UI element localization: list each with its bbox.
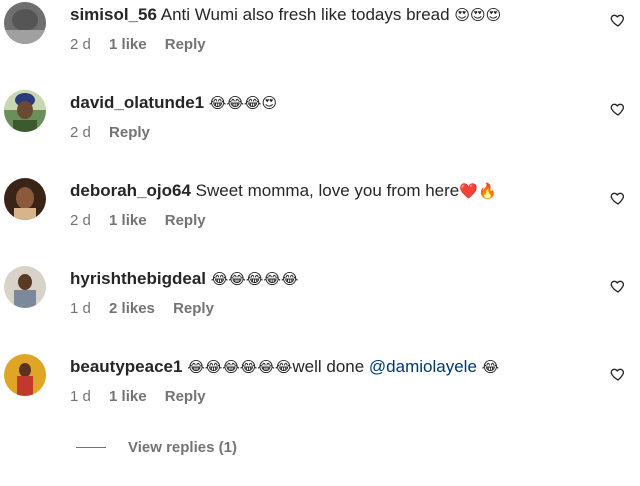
comment-emojis: ❤️🔥 bbox=[459, 182, 497, 200]
heart-outline-icon[interactable] bbox=[610, 12, 626, 28]
comment-emojis: 😍😍😍 bbox=[454, 6, 502, 24]
comment-time: 2 d bbox=[70, 124, 91, 141]
mention-link[interactable]: @damiolayele bbox=[369, 357, 477, 376]
reply-button[interactable]: Reply bbox=[109, 124, 150, 141]
likes-count[interactable]: 1 like bbox=[109, 36, 147, 53]
comment-text: deborah_ojo64 Sweet momma, love you from… bbox=[70, 180, 600, 202]
reply-button[interactable]: Reply bbox=[165, 388, 206, 405]
comment-text: beautypeace1 😂😂😂😂😂😂well done @damiolayel… bbox=[70, 356, 600, 378]
heart-outline-icon[interactable] bbox=[610, 190, 626, 206]
comment-emojis: 😂😂😂😍 bbox=[208, 94, 278, 112]
comment-meta: 2 d Reply bbox=[70, 123, 600, 143]
avatar[interactable] bbox=[4, 354, 46, 396]
comment-text: hyrishthebigdeal 😂😂😂😂😂 bbox=[70, 268, 600, 290]
avatar[interactable] bbox=[4, 90, 46, 132]
heart-outline-icon[interactable] bbox=[610, 366, 626, 382]
comment-emojis: 😂😂😂😂😂 bbox=[210, 270, 299, 288]
comment-meta: 2 d 1 like Reply bbox=[70, 35, 600, 55]
comment-time: 1 d bbox=[70, 388, 91, 405]
username-link[interactable]: simisol_56 bbox=[70, 5, 157, 24]
comment-message: well done bbox=[292, 357, 365, 376]
comment-item: deborah_ojo64 Sweet momma, love you from… bbox=[0, 176, 640, 264]
view-replies-button[interactable]: View replies (1) bbox=[76, 437, 237, 457]
comment-meta: 2 d 1 like Reply bbox=[70, 211, 600, 231]
comment-body: david_olatunde1 😂😂😂😍 2 d Reply bbox=[70, 92, 600, 143]
avatar[interactable] bbox=[4, 266, 46, 308]
avatar[interactable] bbox=[4, 2, 46, 44]
heart-outline-icon[interactable] bbox=[610, 278, 626, 294]
comment-text: simisol_56 Anti Wumi also fresh like tod… bbox=[70, 4, 600, 26]
comment-body: beautypeace1 😂😂😂😂😂😂well done @damiolayel… bbox=[70, 356, 600, 407]
username-link[interactable]: deborah_ojo64 bbox=[70, 181, 191, 200]
comment-emojis-leading: 😂😂😂😂😂😂 bbox=[187, 358, 293, 376]
comment-body: hyrishthebigdeal 😂😂😂😂😂 1 d 2 likes Reply bbox=[70, 268, 600, 319]
username-link[interactable]: hyrishthebigdeal bbox=[70, 269, 206, 288]
divider-line bbox=[76, 446, 106, 448]
likes-count[interactable]: 1 like bbox=[109, 388, 147, 405]
reply-button[interactable]: Reply bbox=[173, 300, 214, 317]
comment-item: hyrishthebigdeal 😂😂😂😂😂 1 d 2 likes Reply bbox=[0, 264, 640, 352]
comment-text: david_olatunde1 😂😂😂😍 bbox=[70, 92, 600, 114]
reply-button[interactable]: Reply bbox=[165, 36, 206, 53]
view-replies-label[interactable]: View replies (1) bbox=[128, 439, 237, 456]
comment-item: beautypeace1 😂😂😂😂😂😂well done @damiolayel… bbox=[0, 352, 640, 440]
comment-time: 2 d bbox=[70, 212, 91, 229]
reply-button[interactable]: Reply bbox=[165, 212, 206, 229]
comment-time: 1 d bbox=[70, 300, 91, 317]
comment-time: 2 d bbox=[70, 36, 91, 53]
comment-meta: 1 d 1 like Reply bbox=[70, 387, 600, 407]
comment-body: deborah_ojo64 Sweet momma, love you from… bbox=[70, 180, 600, 231]
comment-item: david_olatunde1 😂😂😂😍 2 d Reply bbox=[0, 88, 640, 176]
heart-outline-icon[interactable] bbox=[610, 101, 626, 117]
comment-body: simisol_56 Anti Wumi also fresh like tod… bbox=[70, 4, 600, 55]
comment-message: Anti Wumi also fresh like todays bread bbox=[160, 5, 450, 24]
username-link[interactable]: beautypeace1 bbox=[70, 357, 182, 376]
likes-count[interactable]: 2 likes bbox=[109, 300, 155, 317]
likes-count[interactable]: 1 like bbox=[109, 212, 147, 229]
comment-emojis: 😂 bbox=[481, 358, 500, 376]
comment-item: simisol_56 Anti Wumi also fresh like tod… bbox=[0, 0, 640, 88]
avatar[interactable] bbox=[4, 178, 46, 220]
comment-meta: 1 d 2 likes Reply bbox=[70, 299, 600, 319]
comment-message: Sweet momma, love you from here bbox=[195, 181, 460, 200]
username-link[interactable]: david_olatunde1 bbox=[70, 93, 204, 112]
